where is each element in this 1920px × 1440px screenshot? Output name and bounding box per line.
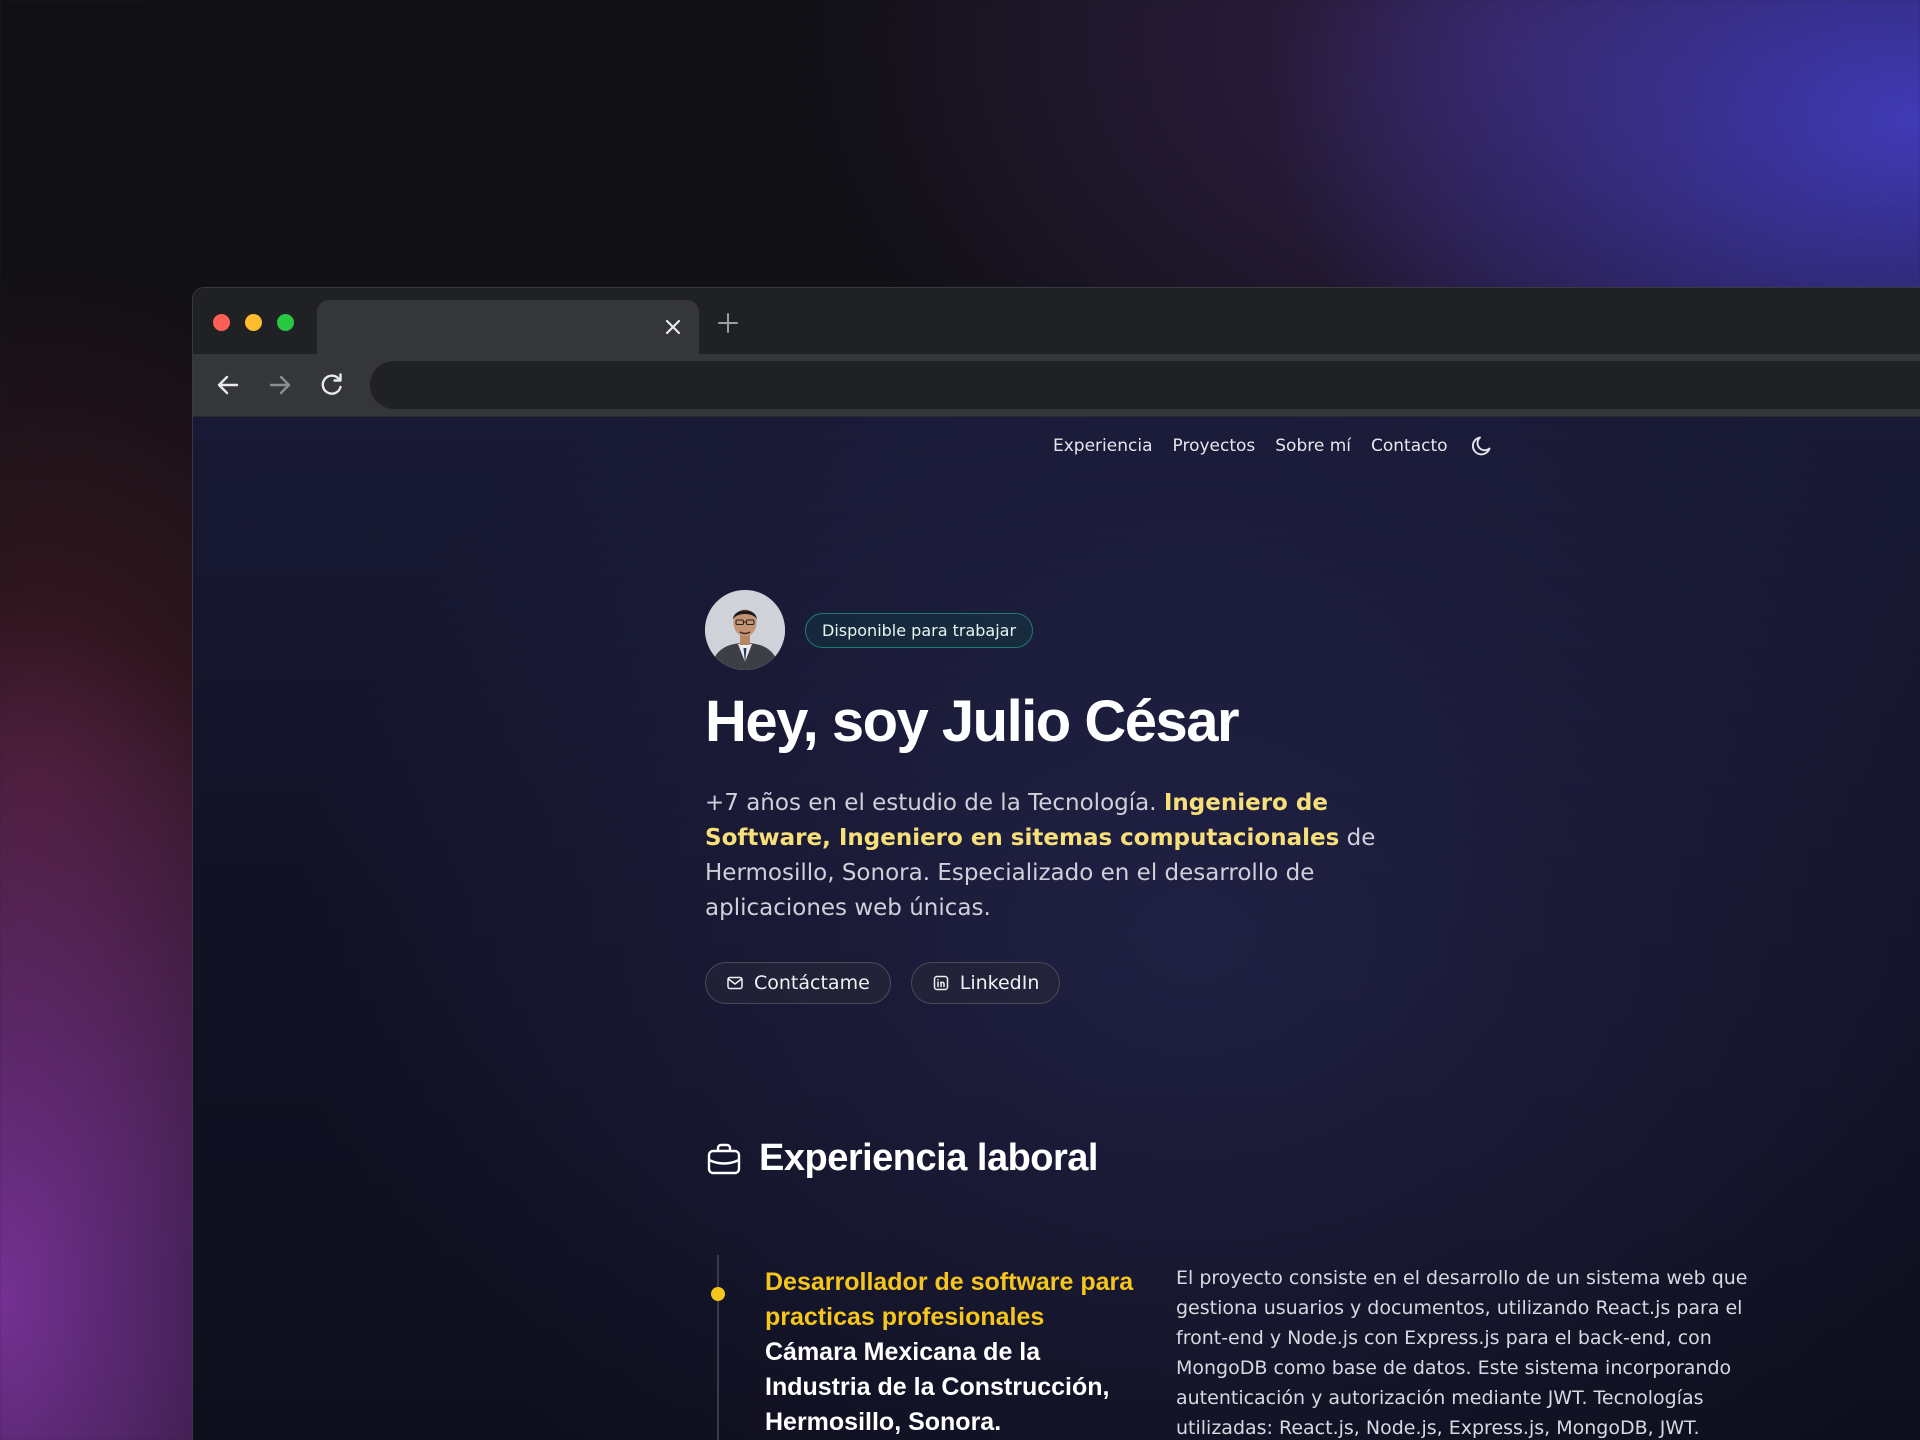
experience-section: Experiencia laboral Desarrollador de sof… xyxy=(705,1137,1765,1440)
nav-link-contacto[interactable]: Contacto xyxy=(1371,436,1448,456)
site-nav: Experiencia Proyectos Sobre mí Contacto xyxy=(1053,433,1495,459)
linkedin-button-label: LinkedIn xyxy=(959,972,1040,994)
briefcase-icon xyxy=(707,1143,741,1174)
tab-bar xyxy=(193,288,1920,354)
address-bar[interactable] xyxy=(370,361,1920,409)
browser-window: Experiencia Proyectos Sobre mí Contacto xyxy=(192,287,1920,1440)
job-company: Cámara Mexicana de la Industria de la Co… xyxy=(765,1338,1110,1436)
browser-toolbar xyxy=(193,354,1920,417)
browser-tab[interactable] xyxy=(317,300,699,354)
nav-link-experiencia[interactable]: Experiencia xyxy=(1053,436,1153,456)
moon-icon[interactable] xyxy=(1469,433,1495,459)
forward-arrow-icon[interactable] xyxy=(263,368,297,402)
hero-description-intro: +7 años en el estudio de la Tecnología. xyxy=(705,790,1164,816)
contact-button-label: Contáctame xyxy=(754,972,870,994)
close-tab-icon[interactable] xyxy=(661,315,685,339)
linkedin-icon xyxy=(933,975,949,991)
close-window-button[interactable] xyxy=(213,314,230,331)
hero-description: +7 años en el estudio de la Tecnología. … xyxy=(705,786,1445,926)
hero-section: Disponible para trabajar Hey, soy Julio … xyxy=(705,590,1525,1004)
avatar xyxy=(705,590,785,670)
contact-button[interactable]: Contáctame xyxy=(705,962,891,1004)
new-tab-icon[interactable] xyxy=(713,308,743,338)
timeline-line xyxy=(717,1255,719,1440)
job-description: El proyecto consiste en el desarrollo de… xyxy=(1176,1267,1748,1439)
linkedin-button[interactable]: LinkedIn xyxy=(910,962,1061,1004)
hero-header: Disponible para trabajar xyxy=(705,590,1525,670)
page-viewport: Experiencia Proyectos Sobre mí Contacto xyxy=(193,417,1920,1440)
nav-link-sobre-mi[interactable]: Sobre mí xyxy=(1275,436,1351,456)
section-title: Experiencia laboral xyxy=(759,1137,1099,1179)
page-title: Hey, soy Julio César xyxy=(705,689,1240,754)
hero-actions: Contáctame LinkedIn xyxy=(705,962,1525,1004)
minimize-window-button[interactable] xyxy=(245,314,262,331)
experience-header: Experiencia laboral xyxy=(705,1137,1765,1180)
reload-icon[interactable] xyxy=(315,368,349,402)
maximize-window-button[interactable] xyxy=(277,314,294,331)
mail-icon xyxy=(727,976,743,990)
availability-badge: Disponible para trabajar xyxy=(805,612,1034,648)
job-entry: Desarrollador de software para practicas… xyxy=(765,1265,1145,1440)
back-arrow-icon[interactable] xyxy=(211,368,245,402)
job-role: Desarrollador de software para practicas… xyxy=(765,1268,1134,1331)
nav-link-proyectos[interactable]: Proyectos xyxy=(1173,436,1256,456)
timeline-dot xyxy=(711,1287,725,1301)
